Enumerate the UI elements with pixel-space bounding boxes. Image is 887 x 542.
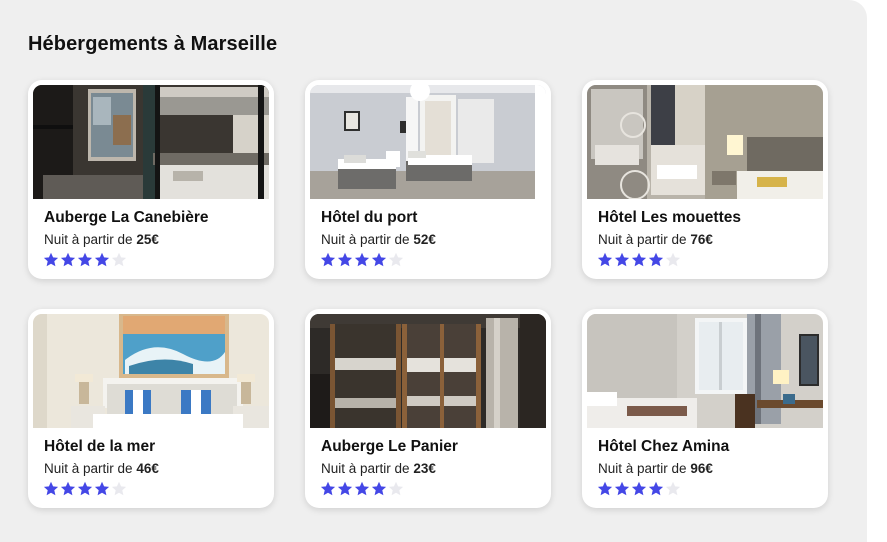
star-icon	[43, 481, 59, 496]
listing-card[interactable]: Auberge Le Panier Nuit à partir de 23€	[305, 309, 551, 508]
price-value: 46	[136, 461, 152, 476]
star-icon	[371, 481, 387, 496]
price-currency: €	[428, 461, 436, 476]
star-icon	[43, 252, 59, 267]
listing-name: Hôtel Chez Amina	[598, 438, 730, 455]
listing-name: Hôtel du port	[321, 209, 418, 226]
price-currency: €	[428, 232, 436, 247]
price-currency: €	[151, 461, 159, 476]
star-icon	[648, 252, 664, 267]
sea-painting-room-icon	[33, 314, 269, 428]
listing-price: Nuit à partir de 25€	[44, 232, 269, 247]
rating-stars	[320, 252, 546, 267]
price-prefix: Nuit à partir de	[321, 461, 410, 476]
price-prefix: Nuit à partir de	[44, 461, 133, 476]
star-icon	[597, 252, 613, 267]
star-icon	[631, 252, 647, 267]
price-currency: €	[705, 461, 713, 476]
price-value: 96	[690, 461, 706, 476]
star-icon	[111, 252, 127, 267]
listings-grid: Auberge La Canebière Nuit à partir de 25…	[28, 80, 828, 508]
rating-stars	[597, 481, 823, 496]
star-icon	[388, 481, 404, 496]
price-currency: €	[705, 232, 713, 247]
price-value: 52	[413, 232, 429, 247]
listing-name: Hôtel Les mouettes	[598, 209, 741, 226]
bunk-dorm-window-icon	[33, 85, 269, 199]
mirror-room-icon	[587, 85, 823, 199]
star-icon	[94, 252, 110, 267]
price-prefix: Nuit à partir de	[321, 232, 410, 247]
price-prefix: Nuit à partir de	[598, 232, 687, 247]
listing-card[interactable]: Hôtel Chez Amina Nuit à partir de 96€	[582, 309, 828, 508]
price-value: 25	[136, 232, 152, 247]
star-icon	[77, 252, 93, 267]
price-prefix: Nuit à partir de	[598, 461, 687, 476]
star-icon	[648, 481, 664, 496]
listing-card[interactable]: Hôtel de la mer Nuit à partir de 46€	[28, 309, 274, 508]
wooden-bunks-dorm-icon	[310, 314, 546, 428]
listing-price: Nuit à partir de 46€	[44, 461, 269, 476]
star-icon	[94, 481, 110, 496]
listing-name: Auberge La Canebière	[44, 209, 209, 226]
star-icon	[614, 481, 630, 496]
price-prefix: Nuit à partir de	[44, 232, 133, 247]
listing-price: Nuit à partir de 23€	[321, 461, 546, 476]
star-icon	[337, 481, 353, 496]
desk-window-room-icon	[587, 314, 823, 428]
star-icon	[665, 252, 681, 267]
rating-stars	[43, 252, 269, 267]
section-title: Hébergements à Marseille	[28, 33, 278, 55]
star-icon	[320, 252, 336, 267]
star-icon	[665, 481, 681, 496]
star-icon	[597, 481, 613, 496]
star-icon	[320, 481, 336, 496]
twin-beds-room-icon	[310, 85, 546, 199]
listing-name: Auberge Le Panier	[321, 438, 458, 455]
price-value: 76	[690, 232, 706, 247]
listing-price: Nuit à partir de 52€	[321, 232, 546, 247]
star-icon	[388, 252, 404, 267]
rating-stars	[597, 252, 823, 267]
star-icon	[111, 481, 127, 496]
star-icon	[60, 481, 76, 496]
rating-stars	[43, 481, 269, 496]
price-value: 23	[413, 461, 429, 476]
star-icon	[337, 252, 353, 267]
listing-price: Nuit à partir de 96€	[598, 461, 823, 476]
listing-name: Hôtel de la mer	[44, 438, 156, 455]
listing-card[interactable]: Hôtel du port Nuit à partir de 52€	[305, 80, 551, 279]
star-icon	[371, 252, 387, 267]
listing-price: Nuit à partir de 76€	[598, 232, 823, 247]
star-icon	[77, 481, 93, 496]
star-icon	[354, 481, 370, 496]
listings-panel: Hébergements à Marseille Auberge La Cane…	[0, 0, 867, 542]
listing-card[interactable]: Hôtel Les mouettes Nuit à partir de 76€	[582, 80, 828, 279]
star-icon	[60, 252, 76, 267]
listing-card[interactable]: Auberge La Canebière Nuit à partir de 25…	[28, 80, 274, 279]
star-icon	[354, 252, 370, 267]
price-currency: €	[151, 232, 159, 247]
rating-stars	[320, 481, 546, 496]
star-icon	[614, 252, 630, 267]
star-icon	[631, 481, 647, 496]
